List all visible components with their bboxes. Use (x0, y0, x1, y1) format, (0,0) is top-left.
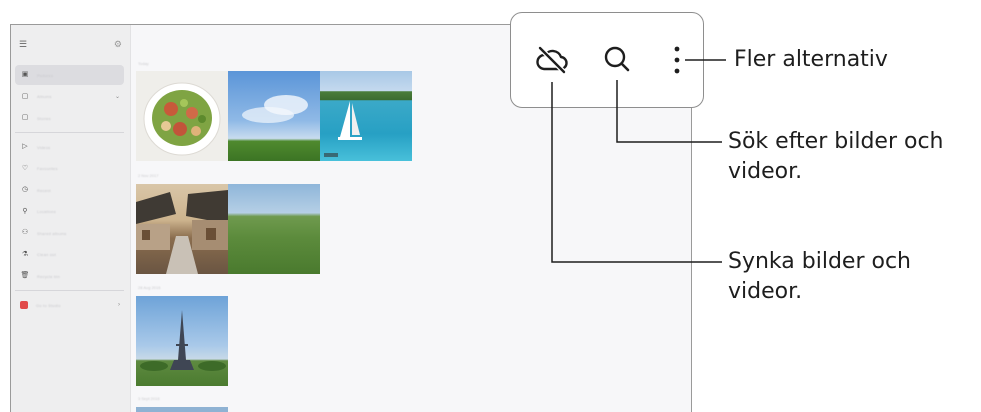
search-label-line2: videor. (728, 159, 803, 184)
search-label-line1: Sök efter bilder och (728, 129, 944, 154)
more-options-label: Fler alternativ (734, 47, 888, 72)
sync-label-line1: Synka bilder och (728, 249, 911, 274)
sync-label-line2: videor. (728, 279, 803, 304)
